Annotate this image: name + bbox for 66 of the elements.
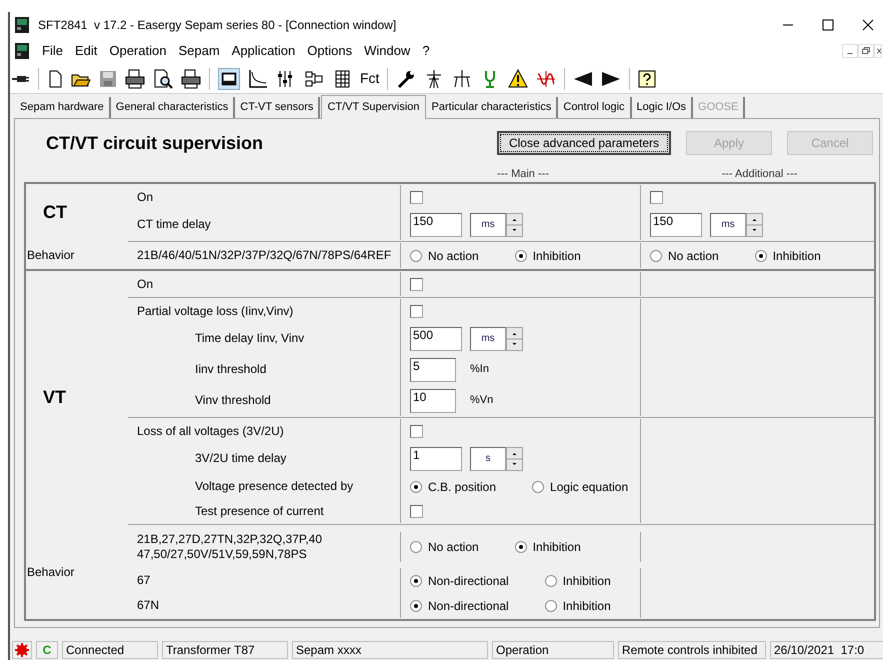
unit-label: %Vn (470, 393, 494, 408)
radio-option[interactable]: Inhibition (514, 246, 581, 264)
number-field[interactable]: 500 (410, 326, 462, 350)
number-field[interactable]: 10 (410, 388, 456, 412)
status-field: Sepam xxxx (292, 640, 488, 658)
radio-option[interactable]: Inhibition (544, 572, 611, 590)
number-field[interactable]: 1 (410, 446, 462, 470)
status-field: Connected (62, 640, 158, 658)
section-title: CT (43, 201, 67, 224)
status-field: Transformer T87 (162, 640, 288, 658)
radio-option[interactable]: No action (650, 246, 719, 264)
row-label: Behavior (27, 247, 74, 264)
window-title: SFT2841 v 17.2 - Easergy Sepam series 80 - [Connection window] (38, 17, 396, 34)
number-field[interactable]: 150 (410, 212, 462, 236)
status-field: 26/10/2021 17:0 (770, 640, 883, 658)
tab[interactable]: Logic I/Os (632, 97, 694, 118)
menu-item[interactable]: Operation (103, 41, 172, 61)
section-title: VT (43, 386, 66, 409)
row-label: 67N (137, 598, 160, 613)
row-label: Time delay Iinv, Vinv (195, 331, 304, 346)
row-label: CT time delay (137, 217, 211, 232)
unit-field[interactable]: ms (470, 326, 506, 350)
menu-item[interactable]: Sepam (172, 41, 226, 61)
row-label: On (137, 190, 154, 204)
row-label: 21B/46/40/51N/32P/37P/32Q/67N/78PS/64REF (137, 248, 392, 263)
unit-label: %In (470, 362, 489, 378)
close-advanced-button[interactable]: Close advanced parameters (497, 131, 671, 155)
row-label: Vinv threshold (195, 393, 271, 408)
row-label: Behavior (27, 564, 74, 580)
row-label: Voltage presence detected by (195, 479, 354, 494)
menu-item[interactable]: Application (226, 41, 302, 61)
row-label: On (137, 276, 154, 292)
unit-field[interactable]: s (470, 446, 506, 470)
page-heading: CT/VT circuit supervision (46, 132, 264, 155)
menu-item[interactable]: ? (416, 41, 436, 61)
menu-item[interactable]: File (36, 41, 69, 61)
radio-option[interactable]: C.B. position (410, 478, 496, 496)
radio-option[interactable]: Logic equation (532, 478, 628, 496)
row-label: Partial voltage loss (Iinv,Vinv) (137, 304, 294, 318)
radio-option[interactable]: No action (410, 538, 479, 556)
number-field[interactable]: 150 (650, 212, 702, 236)
radio-option[interactable]: Non-directional (410, 572, 509, 590)
menu-item[interactable]: Edit (68, 41, 104, 61)
radio-option[interactable]: No action (410, 246, 479, 264)
radio-option[interactable]: Inhibition (754, 246, 821, 264)
column-header: --- Main --- (497, 167, 549, 182)
fct-button[interactable]: Fct (360, 68, 380, 89)
row-label: 21B,27,27D,27TN,32P,32Q,37P,40 47,50/27,50V/51V,59,59N,78PS (137, 532, 322, 562)
menu-item[interactable]: Window (358, 41, 416, 61)
menu-item[interactable]: Options (301, 41, 358, 61)
row-label: Iinv threshold (195, 362, 266, 377)
row-label: 3V/2U time delay (195, 451, 286, 466)
connection-indicator: C (36, 640, 58, 658)
row-label: 67 (137, 573, 150, 588)
row-label: Loss of all voltages (3V/2U) (137, 424, 284, 438)
number-field[interactable]: 5 (410, 358, 456, 382)
status-field: Operation (492, 640, 614, 658)
row-label: Test presence of current (195, 504, 324, 518)
column-header: --- Additional --- (722, 167, 798, 182)
unit-field[interactable]: ms (470, 212, 506, 236)
status-field: Remote controls inhibited (618, 640, 766, 658)
unit-field[interactable]: ms (710, 212, 746, 236)
radio-option[interactable]: Inhibition (514, 538, 581, 556)
radio-option[interactable]: Inhibition (544, 596, 611, 614)
tab[interactable]: CT/VT Supervision (321, 95, 426, 119)
radio-option[interactable]: Non-directional (410, 596, 509, 614)
